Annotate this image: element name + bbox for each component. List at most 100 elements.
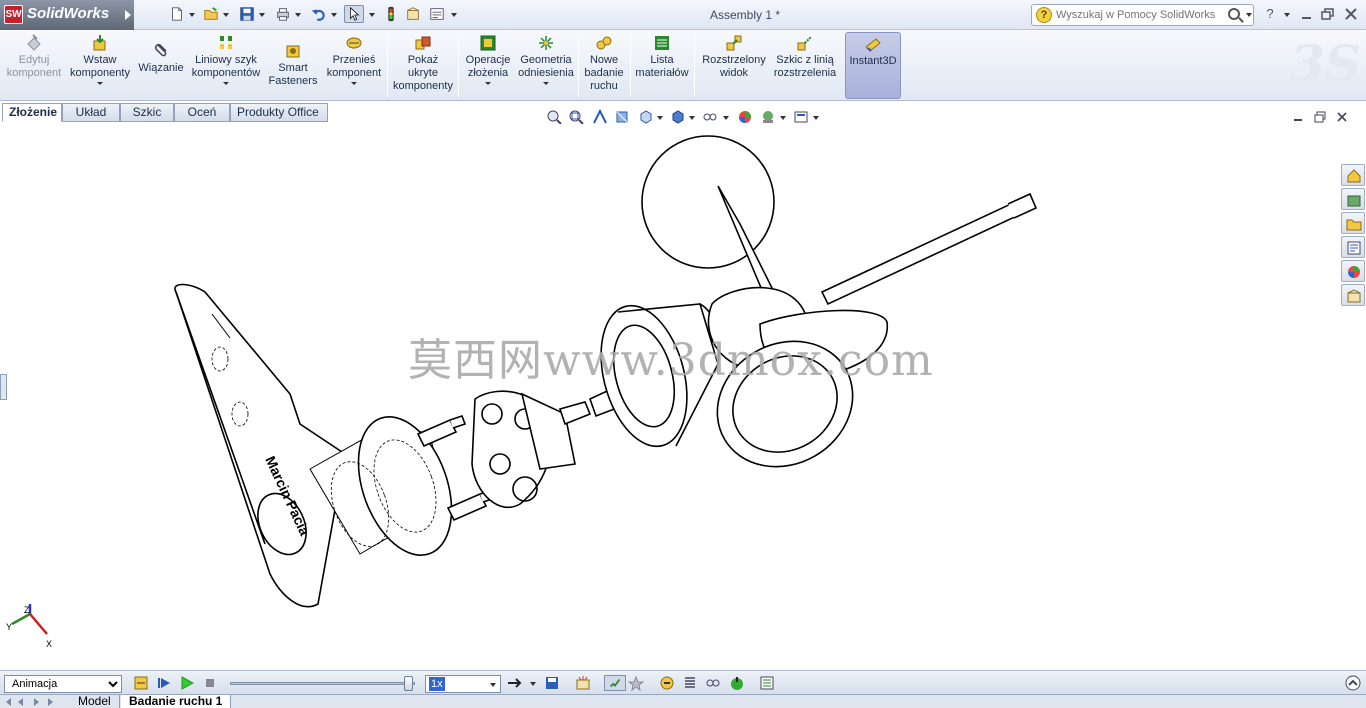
view-orientation-icon[interactable] xyxy=(638,109,654,125)
study-type-select[interactable]: Animacja xyxy=(4,675,122,693)
hide-show-dropdown-icon[interactable] xyxy=(723,116,729,120)
stop-icon[interactable] xyxy=(202,675,218,691)
insert-components-button[interactable]: Wstaw komponenty xyxy=(66,32,134,99)
scene-icon[interactable] xyxy=(760,109,776,125)
search-dropdown-icon[interactable] xyxy=(1246,13,1252,17)
calculate-icon[interactable] xyxy=(133,675,149,691)
exploded-assembly-model[interactable]: Marcin Pacia X Y Z xyxy=(0,124,1366,670)
help-search-box[interactable]: ? xyxy=(1031,4,1254,26)
view-settings-icon[interactable] xyxy=(793,109,809,125)
motor-icon[interactable] xyxy=(659,675,675,691)
exploded-view-button[interactable]: Rozstrzelony widok xyxy=(698,32,770,99)
spring-icon[interactable] xyxy=(682,675,698,691)
undo-icon[interactable] xyxy=(310,5,328,23)
mate-button[interactable]: Wiązanie xyxy=(136,32,186,99)
task-pane-palette-tab[interactable] xyxy=(1341,236,1365,258)
rebuild-traffic-light-icon[interactable] xyxy=(382,5,400,23)
tab-layout[interactable]: Układ xyxy=(62,103,120,122)
linear-pattern-dropdown-icon[interactable] xyxy=(223,82,229,85)
hub-flange-part[interactable] xyxy=(471,384,623,509)
playback-mode-icon[interactable] xyxy=(507,675,523,691)
restore-icon[interactable] xyxy=(1320,7,1336,21)
bill-of-materials-button[interactable]: Lista materiałów xyxy=(633,32,691,99)
file-properties-icon[interactable] xyxy=(404,5,422,23)
reference-geometry-button[interactable]: Geometria odniesienia xyxy=(516,32,576,99)
display-style-icon[interactable] xyxy=(670,109,686,125)
tab-assembly[interactable]: Złożenie xyxy=(2,103,62,122)
task-pane-explorer-tab[interactable] xyxy=(1341,212,1365,234)
save-animation-icon[interactable] xyxy=(544,675,560,691)
explode-line-sketch-button[interactable]: Szkic z linią rozstrzelenia xyxy=(771,32,839,99)
close-icon[interactable] xyxy=(1343,7,1359,21)
select-dropdown-icon[interactable] xyxy=(369,13,375,17)
new-motion-study-button[interactable]: Nowe badanie ruchu xyxy=(581,32,627,99)
zoom-to-fit-icon[interactable] xyxy=(546,109,562,125)
task-pane-library-tab[interactable] xyxy=(1341,188,1365,210)
shaft-part[interactable] xyxy=(820,192,1038,306)
open-folder-icon[interactable] xyxy=(202,5,220,23)
section-view-icon[interactable] xyxy=(614,109,630,125)
speed-dropdown-icon[interactable] xyxy=(490,683,496,687)
add-key-icon[interactable] xyxy=(628,675,644,691)
propeller-part[interactable] xyxy=(641,135,889,491)
move-component-button[interactable]: Przenieś komponent xyxy=(324,32,384,99)
print-icon[interactable] xyxy=(274,5,292,23)
scene-dropdown-icon[interactable] xyxy=(780,116,786,120)
hide-show-items-icon[interactable] xyxy=(702,109,718,125)
assembly-features-button[interactable]: Operacje złożenia xyxy=(462,32,514,99)
display-style-dropdown-icon[interactable] xyxy=(689,116,695,120)
help-menu-icon[interactable]: ? xyxy=(1262,6,1278,21)
play-icon[interactable] xyxy=(179,675,195,691)
playback-slider-thumb[interactable] xyxy=(404,676,413,691)
help-dropdown-icon[interactable] xyxy=(1284,13,1290,17)
show-hidden-components-button[interactable]: Pokaż ukryte komponenty xyxy=(390,32,456,99)
search-icon[interactable] xyxy=(1228,8,1240,20)
view-settings-dropdown-icon[interactable] xyxy=(813,116,819,120)
help-search-input[interactable] xyxy=(1056,7,1226,23)
previous-view-icon[interactable] xyxy=(592,109,608,125)
animation-wizard-icon[interactable] xyxy=(575,675,591,691)
zoom-to-area-icon[interactable] xyxy=(568,109,584,125)
minimize-icon[interactable] xyxy=(1299,9,1315,21)
solidworks-menu-button[interactable]: SW SolidWorks xyxy=(0,0,134,30)
linear-pattern-button[interactable]: Liniowy szyk komponentów xyxy=(190,32,262,99)
view-orientation-dropdown-icon[interactable] xyxy=(657,116,663,120)
tab-sketch[interactable]: Szkic xyxy=(120,103,174,122)
undo-dropdown-icon[interactable] xyxy=(331,13,337,17)
playback-slider-track[interactable] xyxy=(230,682,415,685)
tab-model[interactable]: Model xyxy=(70,695,120,708)
print-dropdown-icon[interactable] xyxy=(295,13,301,17)
viewport-restore-icon[interactable] xyxy=(1314,111,1326,123)
task-pane-home-tab[interactable] xyxy=(1341,164,1365,186)
options-icon[interactable] xyxy=(428,5,446,23)
tab-scroll-arrows-icon[interactable] xyxy=(4,697,66,707)
gravity-icon[interactable] xyxy=(729,675,745,691)
select-arrow-icon[interactable] xyxy=(344,5,364,23)
playback-speed-select[interactable]: 1x xyxy=(425,675,501,693)
appearance-icon[interactable] xyxy=(737,109,753,125)
graphics-area[interactable]: Marcin Pacia X Y Z 莫西网www.3dmox.com xyxy=(0,111,1366,670)
play-from-start-icon[interactable] xyxy=(156,675,172,691)
new-document-icon[interactable] xyxy=(168,5,186,23)
smart-fasteners-button[interactable]: Smart Fasteners xyxy=(266,32,320,99)
viewport-close-icon[interactable] xyxy=(1336,111,1348,123)
assembly-features-dropdown-icon[interactable] xyxy=(485,82,491,85)
move-component-dropdown-icon[interactable] xyxy=(351,82,357,85)
edit-component-button[interactable]: Edytuj komponent xyxy=(3,32,65,99)
viewport-minimize-icon[interactable] xyxy=(1292,111,1304,123)
feature-manager-expand-handle[interactable] xyxy=(0,374,7,400)
tab-evaluate[interactable]: Oceń xyxy=(174,103,230,122)
task-pane-appearances-tab[interactable] xyxy=(1341,260,1365,282)
task-pane-custom-properties-tab[interactable] xyxy=(1341,284,1365,306)
new-dropdown-icon[interactable] xyxy=(189,13,195,17)
save-dropdown-icon[interactable] xyxy=(259,13,265,17)
save-icon[interactable] xyxy=(238,5,256,23)
bracket-part[interactable] xyxy=(174,283,346,608)
insert-components-dropdown-icon[interactable] xyxy=(97,82,103,85)
tab-motion-study-1[interactable]: Badanie ruchu 1 xyxy=(121,695,232,708)
collapse-motion-manager-icon[interactable] xyxy=(1345,675,1361,691)
results-plots-icon[interactable] xyxy=(759,675,775,691)
reference-geometry-dropdown-icon[interactable] xyxy=(543,82,549,85)
instant3d-button[interactable]: Instant3D xyxy=(845,32,901,99)
open-dropdown-icon[interactable] xyxy=(223,13,229,17)
